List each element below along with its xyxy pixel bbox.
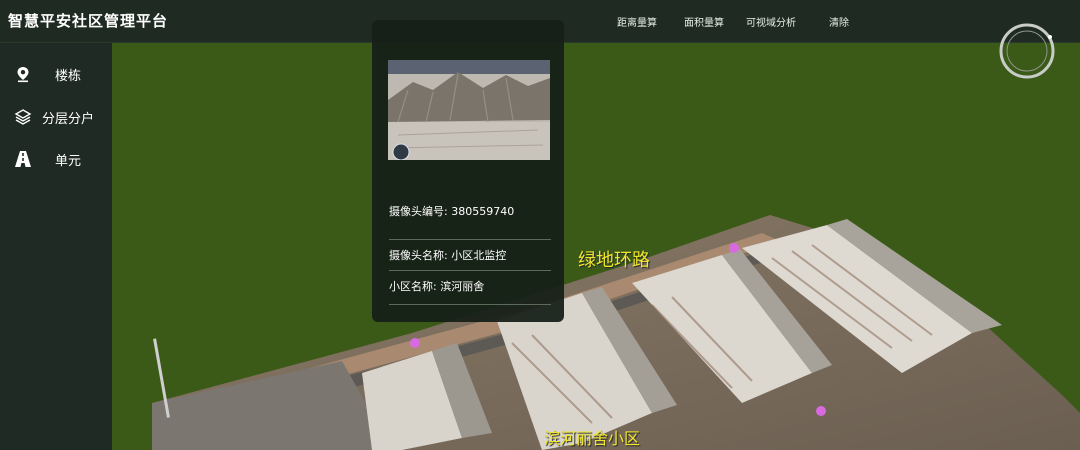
community-name-label: 小区名称: [389, 280, 437, 293]
camera-id-label: 摄像头编号: [389, 205, 448, 218]
poi-marker[interactable] [410, 338, 420, 348]
divider [389, 304, 551, 305]
poi-marker[interactable] [729, 243, 739, 253]
distance-measure-button[interactable]: 距离量算 [617, 14, 657, 29]
app-title: 智慧平安社区管理平台 [8, 12, 169, 30]
sidebar-item-building[interactable]: 楼栋 [0, 60, 112, 88]
location-pin-icon [17, 67, 29, 83]
camera-snapshot-image [388, 60, 550, 160]
camera-id-row: 摄像头编号: 380559740 [389, 203, 551, 219]
community-row: 小区名称: 滨河丽舍 [389, 278, 551, 294]
area-measure-button[interactable]: 面积量算 [684, 14, 724, 29]
sidebar-item-floors[interactable]: 分层分户 [0, 103, 112, 131]
camera-name-label: 摄像头名称: [389, 249, 448, 262]
viewshed-analysis-button[interactable]: 可视域分析 [746, 14, 796, 29]
compass-icon[interactable] [998, 22, 1056, 80]
sidebar-item-label: 分层分户 [42, 112, 95, 127]
sidebar: 楼栋 分层分户 单元 [0, 43, 112, 450]
clear-button[interactable]: 清除 [829, 14, 849, 29]
camera-id-value: 380559740 [451, 205, 515, 218]
divider [389, 239, 551, 240]
camera-name-row: 摄像头名称: 小区北监控 [389, 247, 551, 263]
divider [389, 270, 551, 271]
sidebar-item-label: 楼栋 [55, 69, 82, 84]
road-label: 绿地环路 [578, 250, 650, 271]
layers-icon [14, 109, 32, 125]
camera-name-value: 小区北监控 [451, 249, 507, 262]
poi-marker[interactable] [816, 406, 826, 416]
camera-info-popup: 摄像头编号: 380559740 摄像头名称: 小区北监控 小区名称: 滨河丽舍 [372, 20, 564, 322]
sidebar-item-label: 单元 [55, 154, 82, 169]
community-map-label: 滨河丽舍小区 [544, 429, 641, 448]
sidebar-item-unit[interactable]: 单元 [0, 145, 112, 173]
toolbar: 距离量算 面积量算 可视域分析 清除 [600, 14, 870, 30]
community-name-value: 滨河丽舍 [440, 280, 485, 293]
road-icon [15, 151, 31, 167]
